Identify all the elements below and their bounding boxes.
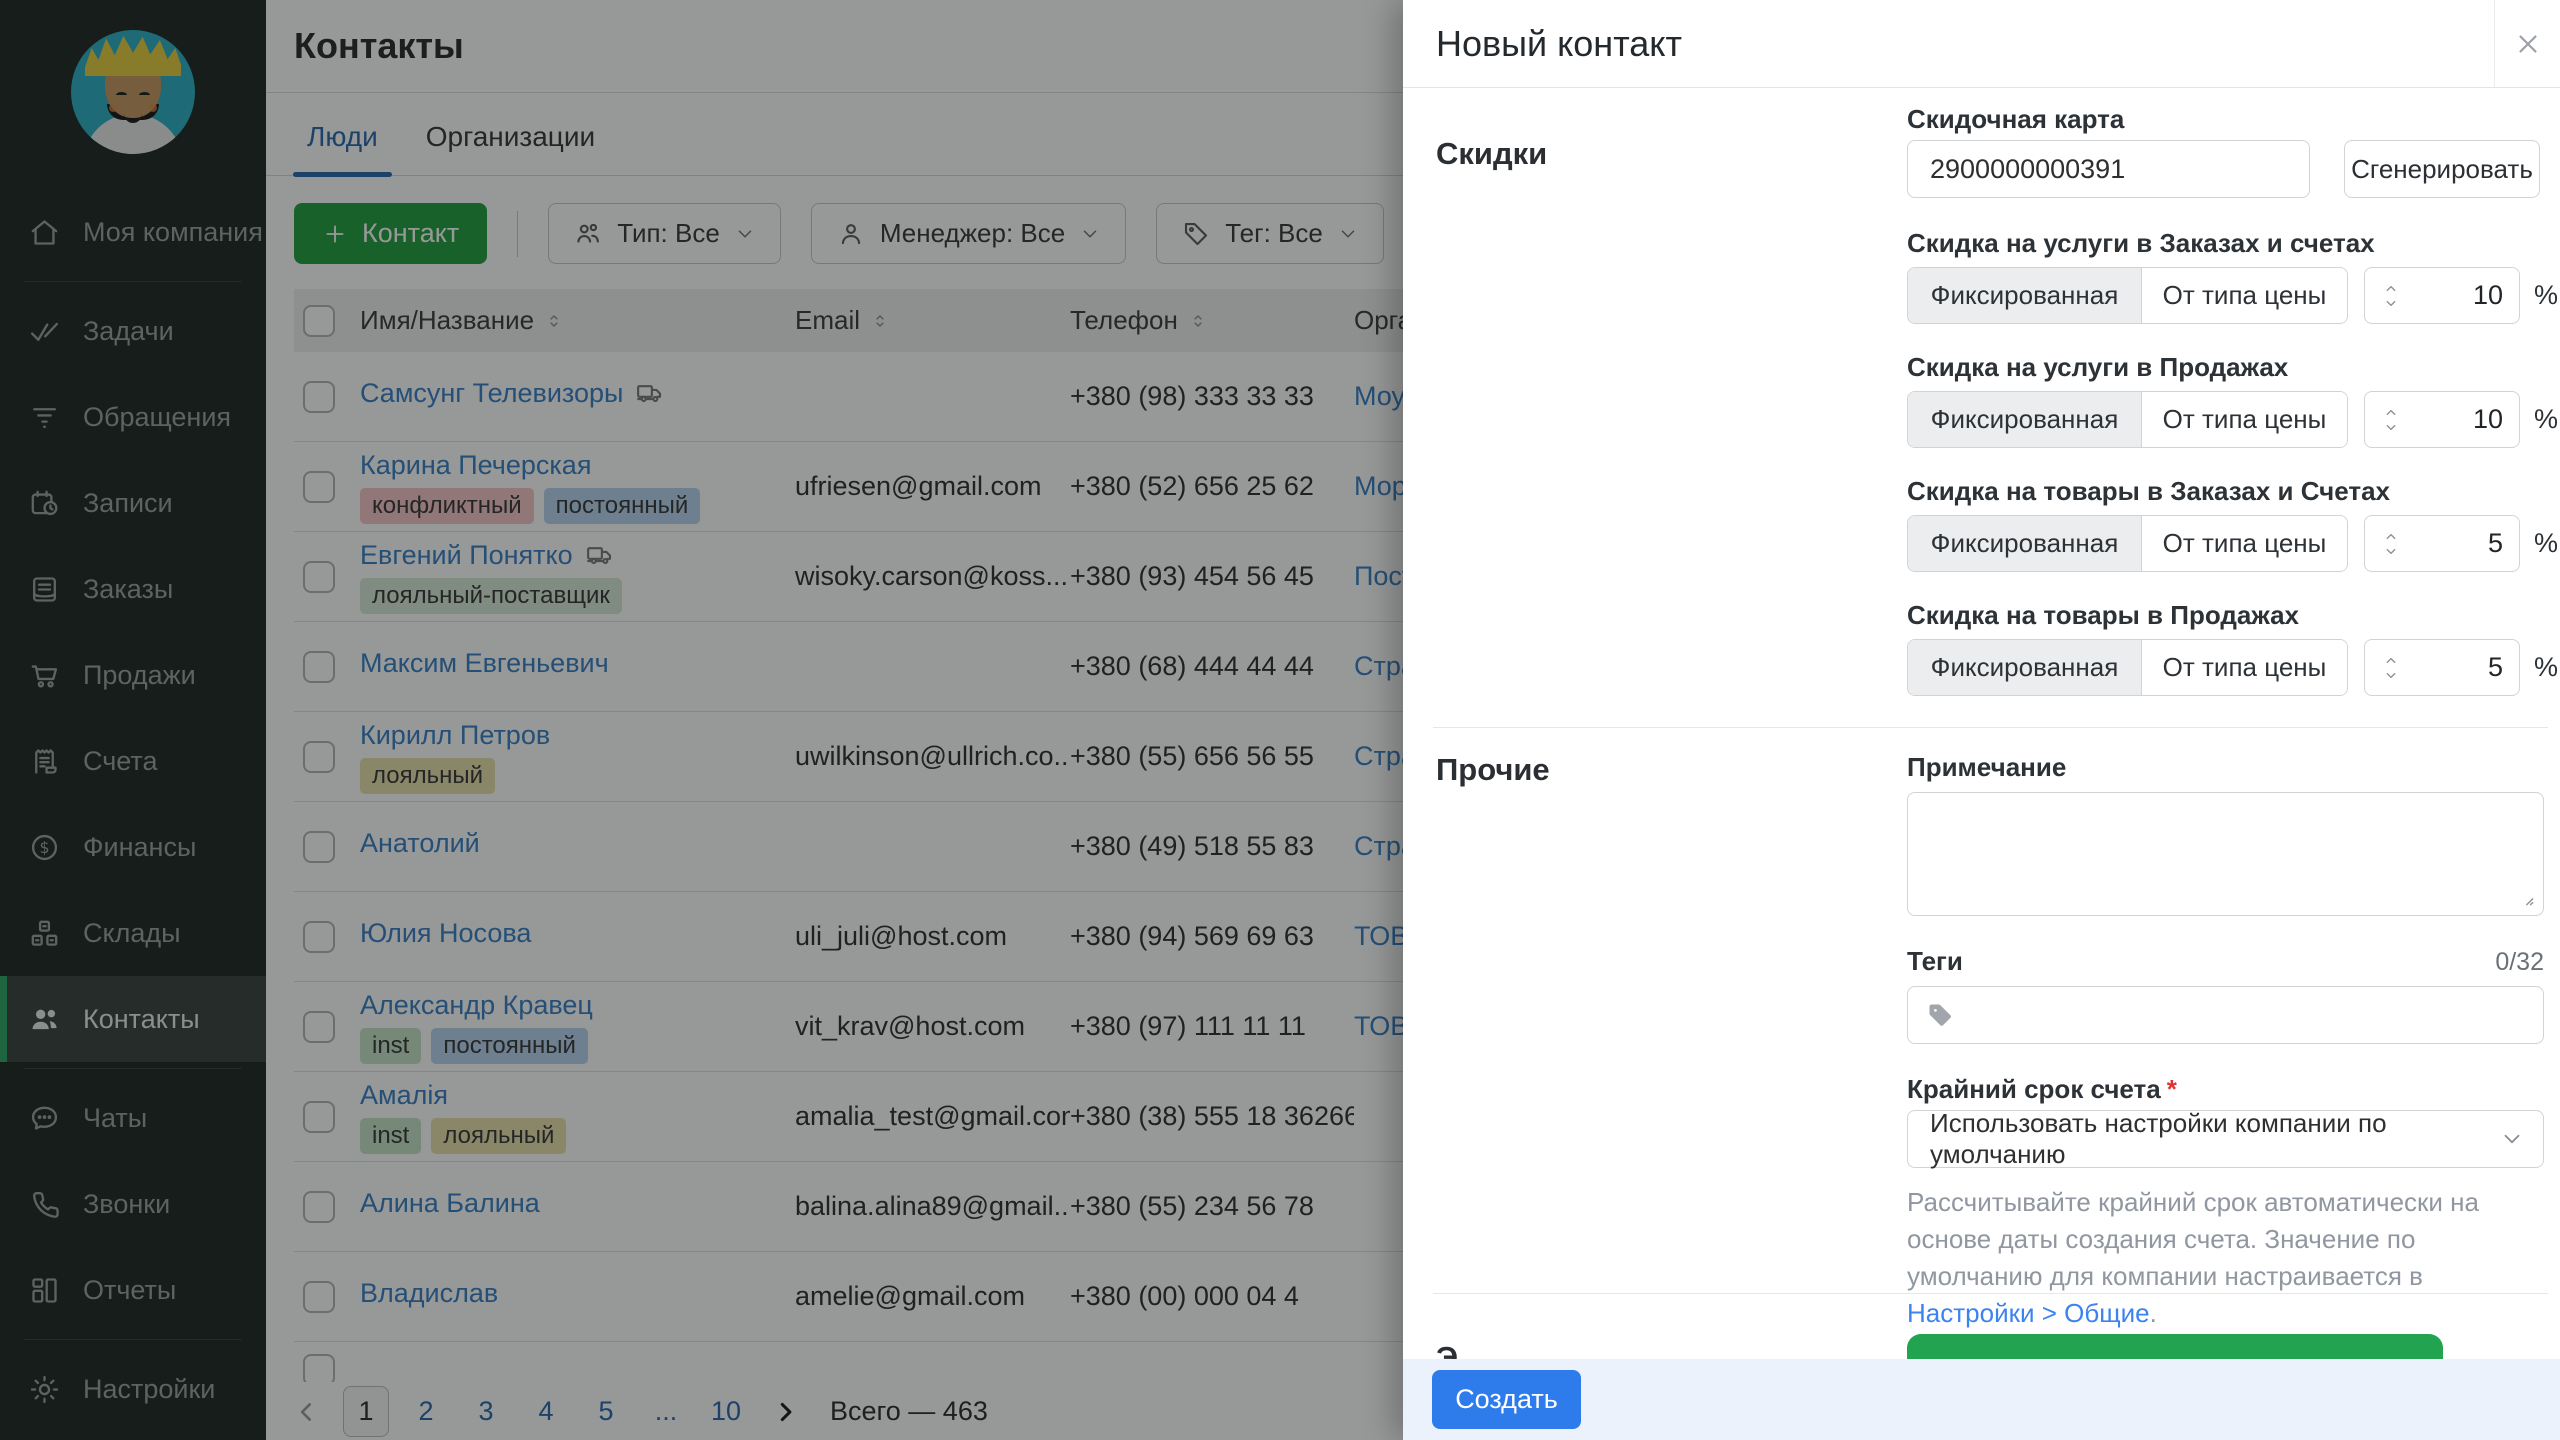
close-icon: [2513, 29, 2543, 59]
discount-group-label: Скидка на товары в Продажах: [1907, 600, 2560, 631]
discount-group: Скидка на товары в Продажах Фиксированна…: [1907, 600, 2560, 696]
discount-value: 5: [2401, 528, 2503, 559]
note-label: Примечание: [1907, 752, 2066, 783]
tag-icon: [1924, 999, 1957, 1032]
from-price-type-option[interactable]: От типа цены: [2141, 640, 2347, 695]
discount-value: 10: [2401, 404, 2503, 435]
fixed-option[interactable]: Фиксированная: [1908, 516, 2141, 571]
discount-group: Скидка на услуги в Заказах и счетах Фикс…: [1907, 228, 2560, 324]
drawer-header: Новый контакт: [1403, 0, 2560, 88]
percent-unit: %: [2534, 404, 2558, 435]
other-section-label: Прочие: [1436, 752, 1550, 788]
discount-value-stepper[interactable]: 10: [2364, 267, 2520, 324]
discount-group-label: Скидка на услуги в Продажах: [1907, 352, 2560, 383]
settings-general-link[interactable]: Настройки > Общие: [1907, 1298, 2150, 1328]
stepper-up-icon[interactable]: [2381, 529, 2401, 544]
section-divider: [1433, 727, 2548, 728]
selected-option: Использовать настройки компании по умолч…: [1930, 1108, 2499, 1170]
fixed-option[interactable]: Фиксированная: [1908, 392, 2141, 447]
invoice-deadline-label: Крайний срок счета*: [1907, 1074, 2177, 1105]
stepper-up-icon[interactable]: [2381, 405, 2401, 420]
fixed-option[interactable]: Фиксированная: [1908, 268, 2141, 323]
stepper-down-icon[interactable]: [2381, 544, 2401, 559]
app-window: Моя компания Задачи Обращения: [0, 0, 2560, 1440]
discount-group-label: Скидка на услуги в Заказах и счетах: [1907, 228, 2560, 259]
percent-unit: %: [2534, 528, 2558, 559]
stepper-down-icon[interactable]: [2381, 668, 2401, 683]
chevron-down-icon: [2499, 1126, 2525, 1152]
discount-type-toggle: Фиксированная От типа цены: [1907, 267, 2348, 324]
tags-input[interactable]: [1907, 986, 2544, 1044]
discount-type-toggle: Фиксированная От типа цены: [1907, 515, 2348, 572]
stepper-down-icon[interactable]: [2381, 420, 2401, 435]
fixed-option[interactable]: Фиксированная: [1908, 640, 2141, 695]
note-input[interactable]: [1907, 792, 2544, 916]
from-price-type-option[interactable]: От типа цены: [2141, 392, 2347, 447]
stepper-down-icon[interactable]: [2381, 296, 2401, 311]
deadline-help-text: Рассчитывайте крайний срок автоматически…: [1907, 1184, 2555, 1332]
drawer-body: Скидки Скидочная карта Сгенерировать Ски…: [1403, 88, 2560, 1440]
stepper-up-icon[interactable]: [2381, 653, 2401, 668]
drawer-title: Новый контакт: [1436, 0, 1682, 88]
from-price-type-option[interactable]: От типа цены: [2141, 516, 2347, 571]
tags-label: Теги: [1907, 946, 1963, 977]
create-button[interactable]: Создать: [1432, 1370, 1581, 1429]
from-price-type-option[interactable]: От типа цены: [2141, 268, 2347, 323]
discount-group: Скидка на товары в Заказах и Счетах Фикс…: [1907, 476, 2560, 572]
discount-value-stepper[interactable]: 5: [2364, 639, 2520, 696]
discount-value-stepper[interactable]: 10: [2364, 391, 2520, 448]
new-contact-drawer: Новый контакт Скидки Скидочная карта Сге…: [1403, 0, 2560, 1440]
discount-value-stepper[interactable]: 5: [2364, 515, 2520, 572]
section-divider: [1433, 1293, 2548, 1294]
discount-group-label: Скидка на товары в Заказах и Счетах: [1907, 476, 2560, 507]
hidden-section-heading: Э: [1436, 1340, 1458, 1360]
percent-unit: %: [2534, 652, 2558, 683]
percent-unit: %: [2534, 280, 2558, 311]
tags-label-row: Теги 0/32: [1907, 946, 2544, 977]
discount-type-toggle: Фиксированная От типа цены: [1907, 391, 2348, 448]
close-button[interactable]: [2495, 0, 2560, 88]
hidden-green-button[interactable]: [1907, 1334, 2443, 1360]
drawer-footer: Создать: [1403, 1359, 2560, 1440]
discount-group: Скидка на услуги в Продажах Фиксированна…: [1907, 352, 2560, 448]
discount-value: 10: [2401, 280, 2503, 311]
invoice-deadline-select[interactable]: Использовать настройки компании по умолч…: [1907, 1110, 2544, 1168]
tags-counter: 0/32: [2495, 948, 2544, 977]
required-asterisk: *: [2167, 1074, 2177, 1104]
discount-type-toggle: Фиксированная От типа цены: [1907, 639, 2348, 696]
stepper-up-icon[interactable]: [2381, 281, 2401, 296]
discount-value: 5: [2401, 652, 2503, 683]
